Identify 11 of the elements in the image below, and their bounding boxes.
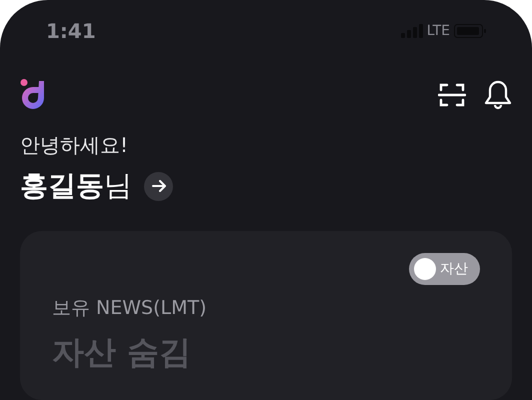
network-label: LTE <box>426 23 450 39</box>
user-name: 홍길동님 <box>20 168 132 204</box>
holding-label: 보유 NEWS(LMT) <box>52 296 208 321</box>
arrow-icon <box>152 180 166 192</box>
profile-arrow-button[interactable] <box>144 172 173 200</box>
greeting-text: 안녕하세요! <box>20 132 130 159</box>
scan-icon[interactable] <box>438 82 466 108</box>
notification-icon[interactable] <box>484 80 512 110</box>
asset-toggle[interactable]: 자산 <box>409 253 480 285</box>
app-logo <box>20 79 46 111</box>
status-time: 1:41 <box>46 19 96 43</box>
